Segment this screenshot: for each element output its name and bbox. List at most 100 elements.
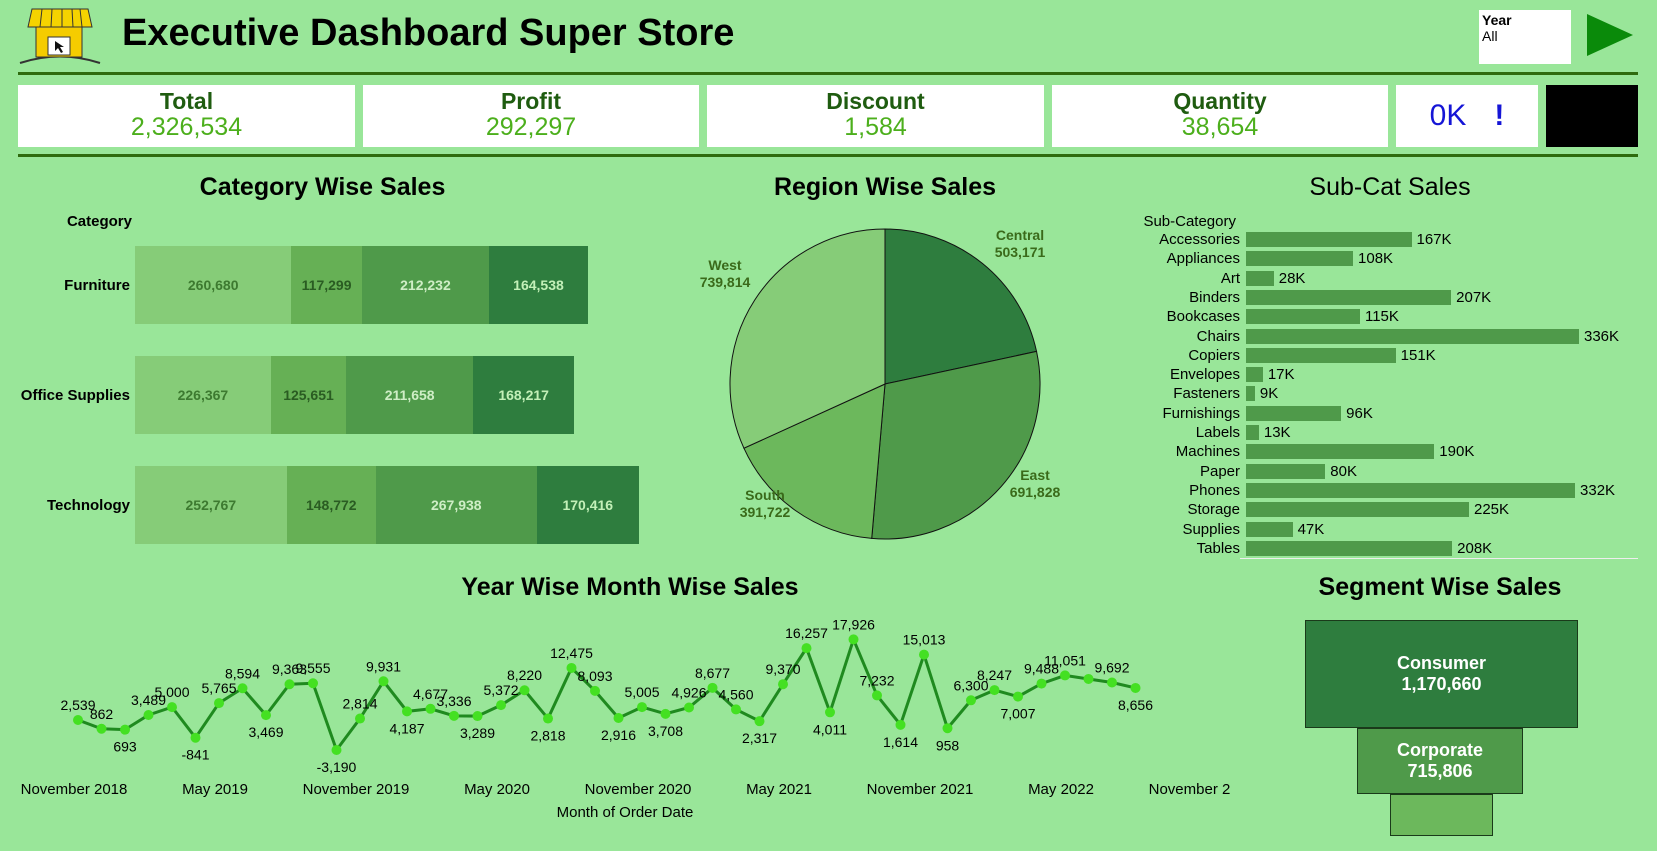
line-point[interactable] [425, 703, 436, 714]
line-point[interactable] [919, 649, 929, 660]
line-point[interactable] [214, 698, 224, 709]
line-point[interactable] [237, 683, 248, 694]
subcat-bar[interactable] [1246, 502, 1469, 518]
line-point[interactable] [378, 676, 389, 687]
line-data-label: 4,011 [813, 721, 847, 737]
category-bar-segment[interactable]: 170,416 [536, 466, 639, 544]
line-point[interactable] [355, 713, 365, 724]
category-bar: 226,367 125,651 211,658 168,217 [135, 356, 575, 434]
line-point[interactable] [519, 685, 530, 696]
category-bar-segment[interactable]: 168,217 [473, 356, 575, 434]
line-point[interactable] [402, 706, 412, 717]
category-bar-segment[interactable]: 125,651 [270, 356, 347, 434]
line-point[interactable] [308, 678, 318, 689]
line-point[interactable] [120, 724, 130, 735]
subcat-row: Art 28K [1080, 269, 1306, 288]
category-bar-segment[interactable]: 211,658 [346, 356, 474, 434]
divider-top [18, 72, 1638, 75]
line-point[interactable] [143, 710, 154, 721]
line-point[interactable] [449, 710, 459, 721]
subcat-bar[interactable] [1246, 328, 1579, 344]
line-point[interactable] [684, 702, 694, 713]
line-data-label: 9,370 [765, 661, 800, 677]
subcat-bar[interactable] [1246, 289, 1452, 305]
subcat-value: 96K [1346, 404, 1373, 422]
line-point[interactable] [261, 710, 271, 721]
subcat-row: Phones 332K [1080, 481, 1615, 500]
segment-bar[interactable]: Consumer 1,170,660 [1305, 620, 1578, 728]
line-point[interactable] [1036, 678, 1047, 689]
year-filter[interactable]: Year All [1479, 10, 1571, 64]
category-bar-segment[interactable]: 226,367 [135, 356, 271, 434]
segment-bar[interactable]: Corporate 715,806 [1357, 728, 1523, 794]
category-bar-segment[interactable]: 164,538 [489, 246, 588, 324]
category-bar-segment[interactable]: 252,767 [135, 466, 287, 544]
category-bar-segment[interactable]: 267,938 [375, 466, 537, 544]
line-point[interactable] [989, 685, 1000, 696]
category-axis-title: Category [66, 213, 132, 230]
line-point[interactable] [966, 695, 976, 706]
line-point[interactable] [543, 713, 553, 724]
line-point[interactable] [942, 723, 953, 734]
x-tick-label: November 2022 [1149, 781, 1230, 798]
category-bar-segment[interactable]: 148,772 [286, 466, 376, 544]
subcat-bar[interactable] [1246, 425, 1259, 440]
line-point[interactable] [895, 719, 906, 730]
subcat-row: Fasteners 9K [1080, 384, 1278, 403]
line-point[interactable] [707, 682, 718, 693]
line-point[interactable] [167, 702, 177, 713]
subcat-bar[interactable] [1246, 444, 1435, 460]
line-point[interactable] [96, 723, 107, 734]
segment-bar[interactable] [1390, 794, 1493, 836]
line-point[interactable] [1130, 682, 1141, 693]
subcat-bar[interactable] [1246, 232, 1412, 247]
category-bar-segment[interactable]: 117,299 [291, 246, 362, 324]
line-point[interactable] [731, 704, 741, 715]
subcat-bar[interactable] [1246, 405, 1342, 421]
line-point[interactable] [778, 679, 788, 690]
line-data-label: 4,560 [718, 686, 753, 702]
subcat-value: 28K [1278, 269, 1306, 287]
play-icon[interactable] [1585, 12, 1635, 58]
line-point[interactable] [660, 708, 671, 719]
line-point[interactable] [73, 714, 83, 725]
line-point[interactable] [754, 716, 765, 727]
category-bar-segment[interactable]: 212,232 [361, 246, 490, 324]
line-point[interactable] [613, 713, 624, 724]
line-point[interactable] [496, 700, 506, 711]
line-data-label: 16,257 [785, 625, 828, 641]
category-bar-segment[interactable]: 260,680 [135, 246, 292, 324]
year-filter-label: Year [1482, 12, 1512, 28]
x-tick-label: November 2018 [21, 781, 128, 798]
line-point[interactable] [1107, 677, 1117, 688]
subcat-bar[interactable] [1246, 540, 1453, 556]
line-point[interactable] [1060, 670, 1070, 681]
subcat-bar[interactable] [1246, 309, 1360, 325]
region-chart-title: Region Wise Sales [773, 173, 997, 201]
pie-slice-label: West [708, 257, 742, 273]
line-point[interactable] [331, 745, 342, 755]
line-point[interactable] [190, 732, 201, 743]
subcat-bar[interactable] [1246, 270, 1274, 286]
line-point[interactable] [848, 634, 859, 645]
subcat-bar[interactable] [1246, 463, 1326, 479]
subcat-bar[interactable] [1246, 347, 1396, 363]
line-point[interactable] [872, 690, 882, 701]
subcat-row: Storage 225K [1080, 500, 1509, 519]
subcat-bar[interactable] [1246, 521, 1293, 537]
subcat-bar[interactable] [1246, 386, 1255, 402]
line-point[interactable] [472, 711, 483, 722]
line-point[interactable] [1013, 691, 1023, 702]
line-point[interactable] [825, 707, 835, 718]
line-point[interactable] [1083, 673, 1094, 684]
subcat-bar[interactable] [1246, 251, 1354, 267]
line-point[interactable] [566, 662, 577, 673]
line-point[interactable] [590, 685, 600, 696]
kpi-label: Discount [826, 88, 925, 114]
line-point[interactable] [801, 643, 812, 654]
subcat-bar[interactable] [1246, 367, 1263, 383]
line-point[interactable] [284, 679, 295, 690]
line-point[interactable] [637, 702, 647, 713]
subcat-row: Furnishings 96K [1080, 404, 1373, 423]
subcat-bar[interactable] [1246, 482, 1576, 498]
